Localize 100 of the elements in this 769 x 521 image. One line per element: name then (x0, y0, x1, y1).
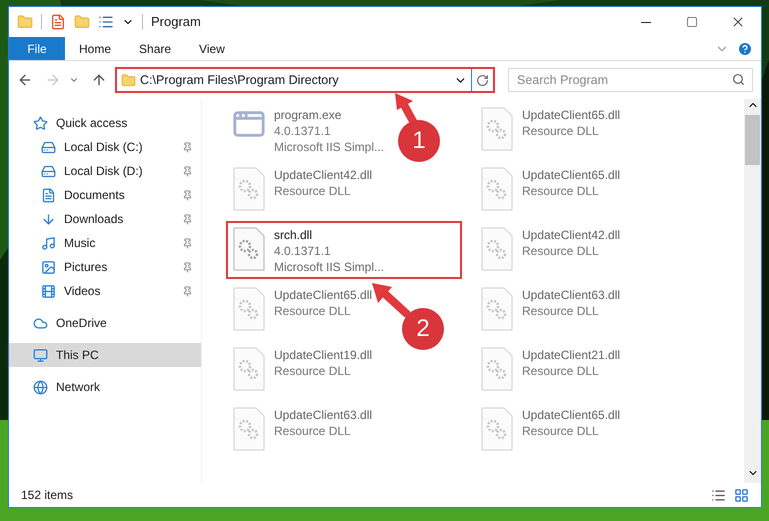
folder-icon (121, 72, 136, 88)
cloud-icon (33, 316, 48, 330)
file-item[interactable]: UpdateClient65.dll Resource DLL (226, 281, 382, 339)
view-options-icon[interactable] (98, 14, 114, 30)
document-icon (41, 188, 56, 202)
globe-icon (33, 380, 48, 394)
file-name: UpdateClient63.dll (522, 287, 620, 303)
settings-file-icon (480, 167, 514, 211)
pin-icon[interactable] (182, 238, 193, 248)
pin-icon[interactable] (182, 262, 193, 272)
pin-icon[interactable] (182, 190, 193, 200)
ribbon-tab[interactable]: View (185, 37, 239, 60)
file-name: program.exe (274, 107, 342, 123)
sidebar-item[interactable]: This PC (9, 343, 201, 367)
properties-icon[interactable] (50, 14, 66, 30)
search-field[interactable]: Search Program (508, 68, 753, 92)
maximize-icon (686, 16, 698, 28)
sidebar-item[interactable]: Local Disk (D:) (9, 159, 201, 183)
file-item[interactable]: UpdateClient19.dll Resource DLL (226, 341, 382, 399)
file-name: UpdateClient42.dll (274, 167, 372, 183)
file-item[interactable]: UpdateClient21.dll Resource DLL (474, 341, 630, 399)
settings-file-icon (480, 407, 514, 451)
file-detail: Resource DLL (274, 183, 352, 199)
pin-icon[interactable] (182, 214, 193, 224)
file-detail: Resource DLL (522, 423, 600, 439)
file-detail: Resource DLL (522, 243, 600, 259)
music-note-icon (41, 236, 56, 250)
file-item[interactable]: UpdateClient65.dll Resource DLL (474, 401, 630, 459)
film-icon (41, 284, 56, 298)
file-detail: Microsoft IIS Simpl... (274, 259, 384, 275)
drive-icon (41, 140, 56, 154)
file-item[interactable]: UpdateClient65.dll Resource DLL (474, 161, 630, 219)
address-path: C:\Program Files\Program Directory (140, 72, 340, 89)
file-name: UpdateClient63.dll (274, 407, 372, 423)
refresh-icon[interactable] (476, 74, 489, 86)
sidebar-item[interactable]: Local Disk (C:) (9, 135, 201, 159)
settings-file-icon (480, 227, 514, 271)
details-view-icon[interactable] (711, 488, 726, 502)
settings-file-icon (480, 347, 514, 391)
file-tab[interactable]: File (9, 37, 65, 60)
file-detail: Resource DLL (522, 123, 600, 139)
download-arrow-icon (41, 212, 56, 226)
settings-file-icon (480, 107, 514, 151)
sidebar-item[interactable]: Downloads (9, 207, 201, 231)
file-name: UpdateClient65.dll (522, 407, 620, 423)
settings-file-icon (232, 167, 266, 211)
sidebar-item[interactable]: OneDrive (9, 311, 201, 335)
up-icon[interactable] (91, 72, 107, 88)
star-icon (33, 116, 48, 130)
file-detail: Resource DLL (522, 303, 600, 319)
help-icon[interactable] (737, 40, 753, 56)
settings-file-icon (480, 287, 514, 331)
file-item[interactable]: srch.dll 4.0.1371.1 Microsoft IIS Simpl... (226, 221, 462, 279)
file-item[interactable]: UpdateClient65.dll Resource DLL (474, 101, 630, 159)
ribbon-tab[interactable]: Share (125, 37, 186, 60)
address-bar[interactable]: C:\Program Files\Program Directory (115, 67, 495, 93)
image-icon (41, 260, 56, 274)
sidebar-item[interactable]: Videos (9, 279, 201, 303)
arrow-drawing (370, 283, 410, 317)
settings-file-icon (232, 347, 266, 391)
large-icons-view-icon[interactable] (734, 488, 749, 502)
sidebar-item[interactable]: Quick access (9, 111, 201, 135)
file-detail: Resource DLL (274, 423, 352, 439)
file-name: UpdateClient19.dll (274, 347, 372, 363)
sidebar-item[interactable]: Network (9, 375, 201, 399)
file-name: UpdateClient65.dll (522, 107, 620, 123)
file-detail: 4.0.1371.1 (274, 123, 332, 139)
window-title: Program (151, 13, 201, 32)
settings-file-icon (232, 227, 266, 271)
file-item[interactable]: UpdateClient63.dll Resource DLL (226, 401, 382, 459)
sidebar-item[interactable]: Music (9, 231, 201, 255)
ribbon-tab[interactable]: Home (65, 37, 126, 60)
sidebar-item[interactable]: Documents (9, 183, 201, 207)
arrow-drawing (392, 93, 420, 123)
pin-icon[interactable] (182, 166, 193, 176)
file-detail: 4.0.1371.1 (274, 243, 332, 259)
file-item[interactable]: UpdateClient42.dll Resource DLL (474, 221, 630, 279)
drive-icon (41, 164, 56, 178)
item-count: 152 items (21, 487, 74, 504)
file-detail: Resource DLL (522, 363, 600, 379)
file-name: UpdateClient65.dll (274, 287, 372, 303)
file-item[interactable]: UpdateClient63.dll Resource DLL (474, 281, 630, 339)
back-icon[interactable] (17, 72, 33, 88)
file-name: UpdateClient21.dll (522, 347, 620, 363)
file-item[interactable]: UpdateClient42.dll Resource DLL (226, 161, 382, 219)
sidebar-item[interactable]: Pictures (9, 255, 201, 279)
file-detail: Resource DLL (522, 183, 600, 199)
file-name: UpdateClient42.dll (522, 227, 620, 243)
settings-file-icon (232, 287, 266, 331)
scrollbar-thumb[interactable] (745, 115, 760, 165)
file-detail: Microsoft IIS Simpl... (274, 139, 384, 155)
file-item[interactable]: program.exe 4.0.1371.1 Microsoft IIS Simpl... (226, 101, 394, 159)
monitor-icon (33, 348, 48, 362)
file-name: UpdateClient65.dll (522, 167, 620, 183)
file-name: srch.dll (274, 227, 314, 243)
search-icon[interactable] (732, 73, 745, 86)
pin-icon[interactable] (182, 142, 193, 152)
pin-icon[interactable] (182, 286, 193, 296)
file-detail: Resource DLL (274, 303, 352, 319)
file-detail: Resource DLL (274, 363, 352, 379)
